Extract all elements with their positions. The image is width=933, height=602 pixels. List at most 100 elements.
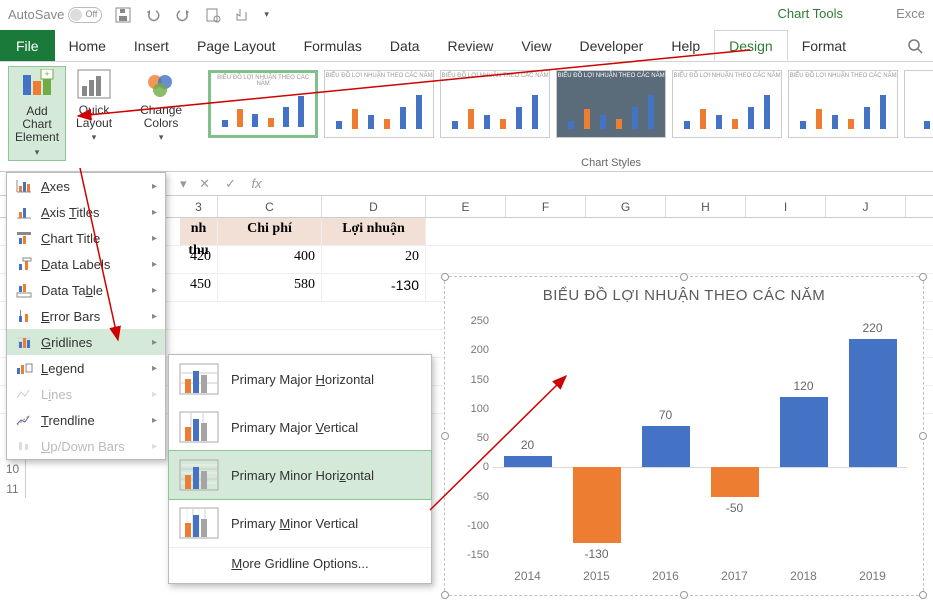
formula-input[interactable]	[275, 176, 933, 191]
ribbon-group-chart-layouts: + Add Chart Element ▾ Quick Layout ▾	[0, 62, 126, 171]
chart-bar[interactable]	[780, 397, 828, 467]
chart-data-label: -50	[711, 501, 759, 515]
chart-handle-b[interactable]	[680, 591, 688, 599]
col-header-e[interactable]: E	[426, 196, 506, 217]
axis-titles-icon	[15, 204, 33, 220]
fx-icon[interactable]: fx	[249, 176, 265, 191]
tab-data[interactable]: Data	[376, 30, 434, 61]
print-preview-icon[interactable]	[204, 6, 222, 24]
chart-handle-l[interactable]	[441, 432, 449, 440]
cell-d2[interactable]: 20	[322, 246, 426, 273]
chart-handle-bl[interactable]	[441, 591, 449, 599]
col-header-g[interactable]: G	[586, 196, 666, 217]
tab-help[interactable]: Help	[657, 30, 714, 61]
tab-view[interactable]: View	[507, 30, 565, 61]
col-header-i[interactable]: I	[746, 196, 826, 217]
x-axis-label: 2014	[498, 569, 558, 583]
pminh-label: Primary Minor Horizontal	[231, 468, 374, 483]
chart-plot-area[interactable]: -150-100-500501001502002502014202015-130…	[493, 321, 907, 555]
enter-formula-icon[interactable]: ✓	[223, 176, 239, 192]
menu-item-chart-title[interactable]: Chart Title▸	[7, 225, 165, 251]
col-header-f[interactable]: F	[506, 196, 586, 217]
embedded-chart[interactable]: BIỂU ĐỒ LỢI NHUẬN THEO CÁC NĂM -150-100-…	[444, 276, 924, 596]
menu-item-data-labels[interactable]: Data Labels▸	[7, 251, 165, 277]
y-tick: 200	[451, 344, 489, 356]
chart-handle-r[interactable]	[919, 432, 927, 440]
tab-review[interactable]: Review	[434, 30, 508, 61]
tab-page-layout[interactable]: Page Layout	[183, 30, 290, 61]
ribbon-tabs: File Home Insert Page Layout Formulas Da…	[0, 30, 933, 62]
chart-styles-gallery[interactable]: BIỂU ĐỒ LỢI NHUẬN THEO CÁC NĂM BIỂU ĐỒ L…	[204, 66, 933, 142]
qat-customize-icon[interactable]: ▾	[264, 9, 269, 20]
menu-item-gridlines[interactable]: Gridlines▸	[7, 329, 165, 355]
submenu-primary-major-horizontal[interactable]: Primary Major Horizontal	[169, 355, 431, 403]
tab-developer[interactable]: Developer	[566, 30, 658, 61]
change-colors-button[interactable]: Change Colors ▾	[134, 66, 188, 146]
chart-bar[interactable]	[849, 339, 897, 468]
chart-handle-tl[interactable]	[441, 273, 449, 281]
cell-d-header[interactable]: Lợi nhuận	[322, 218, 426, 245]
chart-handle-tr[interactable]	[919, 273, 927, 281]
chart-style-2[interactable]: BIỂU ĐỒ LỢI NHUẬN THEO CÁC NĂM	[324, 70, 434, 138]
cell-c3[interactable]: 580	[218, 274, 322, 301]
cell-b3[interactable]: 450	[180, 274, 218, 301]
col-header-c[interactable]: C	[218, 196, 322, 217]
redo-icon[interactable]	[174, 6, 192, 24]
chart-bar[interactable]	[642, 426, 690, 467]
chart-data-label: 70	[642, 408, 690, 422]
touch-mode-icon[interactable]	[234, 6, 252, 24]
chart-style-7[interactable]: BIỂU ĐỒ	[904, 70, 933, 138]
submenu-primary-major-vertical[interactable]: Primary Major Vertical	[169, 403, 431, 451]
menu-item-axes[interactable]: Axes▸	[7, 173, 165, 199]
col-header-h[interactable]: H	[666, 196, 746, 217]
chart-bar[interactable]	[573, 467, 621, 543]
chart-style-3[interactable]: BIỂU ĐỒ LỢI NHUẬN THEO CÁC NĂM	[440, 70, 550, 138]
chart-style-6[interactable]: BIỂU ĐỒ LỢI NHUẬN THEO CÁC NĂM	[788, 70, 898, 138]
tab-file[interactable]: File	[0, 30, 55, 61]
autosave-toggle[interactable]: AutoSave	[8, 7, 102, 23]
chart-handle-t[interactable]	[680, 273, 688, 281]
quick-layout-label: Quick Layout ▾	[76, 104, 112, 144]
chart-handle-br[interactable]	[919, 591, 927, 599]
cancel-formula-icon[interactable]: ✕	[197, 176, 213, 192]
toggle-pill[interactable]	[68, 7, 102, 23]
save-icon[interactable]	[114, 6, 132, 24]
row-header-11[interactable]: 11	[0, 478, 26, 498]
cell-b-header[interactable]: nh thu	[180, 218, 218, 245]
menu-item-trendline[interactable]: Trendline▸	[7, 407, 165, 433]
col-header-d[interactable]: D	[322, 196, 426, 217]
row-header-10[interactable]: 10	[0, 458, 26, 478]
quick-layout-button[interactable]: Quick Layout ▾	[70, 66, 118, 161]
chart-style-4[interactable]: BIỂU ĐỒ LỢI NHUẬN THEO CÁC NĂM	[556, 70, 666, 138]
menu-item-error-bars[interactable]: Error Bars▸	[7, 303, 165, 329]
chart-bar[interactable]	[504, 456, 552, 468]
col-header-partial[interactable]: 3	[180, 196, 218, 217]
chart-style-1[interactable]: BIỂU ĐỒ LỢI NHUẬN THEO CÁC NĂM	[208, 70, 318, 138]
tab-home[interactable]: Home	[55, 30, 120, 61]
chart-bar[interactable]	[711, 467, 759, 496]
tab-format[interactable]: Format	[788, 30, 860, 61]
undo-icon[interactable]	[144, 6, 162, 24]
chart-style-5[interactable]: BIỂU ĐỒ LỢI NHUẬN THEO CÁC NĂM	[672, 70, 782, 138]
cell-d3[interactable]: -130	[322, 274, 426, 301]
tell-me-search[interactable]	[897, 30, 933, 61]
submenu-primary-minor-vertical[interactable]: Primary Minor Vertical	[169, 499, 431, 547]
cell-c2[interactable]: 400	[218, 246, 322, 273]
cell-b2[interactable]: 420	[180, 246, 218, 273]
cell-c-header[interactable]: Chi phí	[218, 218, 322, 245]
add-chart-element-button[interactable]: + Add Chart Element ▾	[8, 66, 66, 161]
chart-data-label: 20	[504, 438, 552, 452]
col-header-j[interactable]: J	[826, 196, 906, 217]
submenu-primary-minor-horizontal[interactable]: Primary Minor Horizontal	[168, 450, 432, 500]
menu-item-data-table[interactable]: Data Table▸	[7, 277, 165, 303]
tab-insert[interactable]: Insert	[120, 30, 183, 61]
namebox-caret-icon[interactable]: ▾	[180, 176, 187, 192]
menu-item-axis-titles[interactable]: Axis Titles▸	[7, 199, 165, 225]
tab-design[interactable]: Design	[714, 30, 788, 61]
submenu-more-gridline-options[interactable]: More Gridline Options...	[169, 547, 431, 579]
tab-formulas[interactable]: Formulas	[290, 30, 376, 61]
menu-item-lines: Lines▸	[7, 381, 165, 407]
trendline-icon	[15, 412, 33, 428]
menu-item-legend[interactable]: Legend▸	[7, 355, 165, 381]
chart-title[interactable]: BIỂU ĐỒ LỢI NHUẬN THEO CÁC NĂM	[445, 277, 923, 310]
